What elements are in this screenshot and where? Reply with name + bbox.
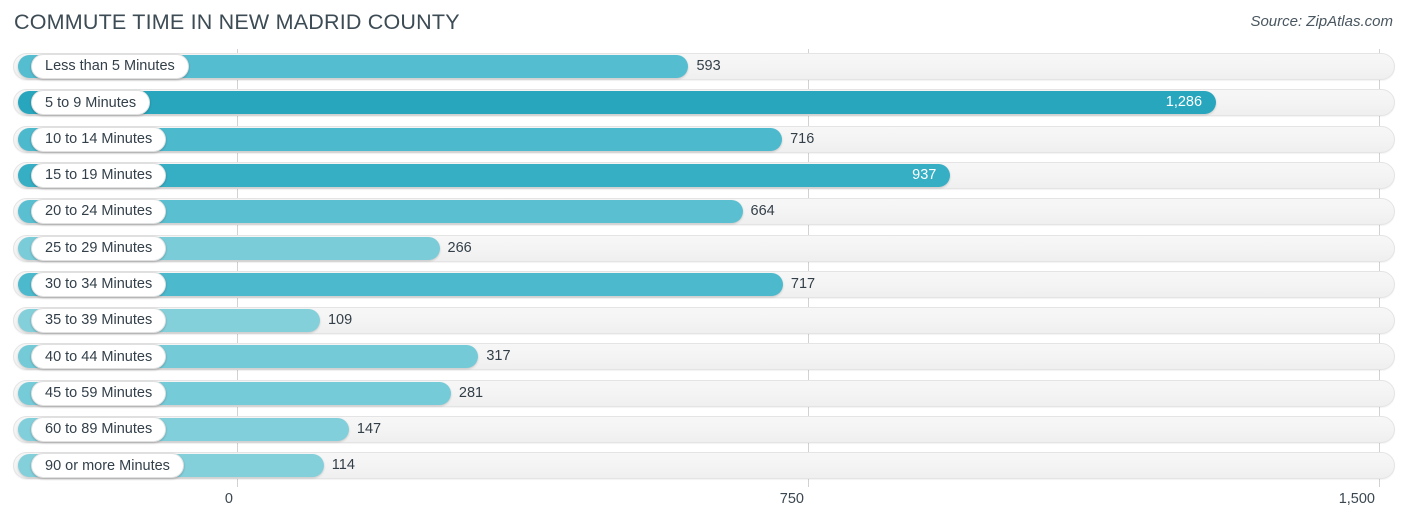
category-label: 30 to 34 Minutes xyxy=(45,276,153,293)
bar-value-label: 281 xyxy=(458,384,484,401)
category-label: 5 to 9 Minutes xyxy=(45,94,137,111)
category-label-pill: 15 to 19 Minutes xyxy=(31,162,167,188)
category-label: 35 to 39 Minutes xyxy=(45,312,153,329)
bar-value-label: 716 xyxy=(790,130,815,147)
bar-row[interactable]: 5 to 9 Minutes 1,286 xyxy=(0,86,1406,118)
bar-value-label: 109 xyxy=(327,312,353,329)
bar-row[interactable]: 25 to 29 Minutes 266 xyxy=(0,232,1406,264)
page-title: COMMUTE TIME IN NEW MADRID COUNTY xyxy=(14,10,460,34)
bar-value-label: 114 xyxy=(331,457,355,474)
bar-value-label: 147 xyxy=(356,421,382,437)
category-label-pill: 30 to 34 Minutes xyxy=(31,271,167,297)
x-axis: 0 750 1,500 xyxy=(0,487,1406,523)
bar-row[interactable]: 30 to 34 Minutes 717 xyxy=(0,268,1406,300)
category-label: 25 to 29 Minutes xyxy=(45,239,153,256)
category-label: Less than 5 Minutes xyxy=(45,58,175,75)
category-label-pill: 90 or more Minutes xyxy=(31,453,184,479)
category-label-pill: 25 to 29 Minutes xyxy=(31,235,167,261)
category-label-pill: 40 to 44 Minutes xyxy=(31,344,167,370)
bar-row[interactable]: 60 to 89 Minutes 147 xyxy=(0,413,1406,445)
x-tick-label: 1,500 xyxy=(1338,491,1375,507)
category-label-pill: 35 to 39 Minutes xyxy=(31,308,167,334)
chart-header: COMMUTE TIME IN NEW MADRID COUNTY Source… xyxy=(0,0,1406,46)
category-label-pill: 60 to 89 Minutes xyxy=(31,417,167,442)
category-label-pill: 10 to 14 Minutes xyxy=(31,126,167,152)
bar-value-label: 937 xyxy=(912,166,937,183)
category-label-pill: 45 to 59 Minutes xyxy=(31,380,167,406)
bar-value-label: 1,286 xyxy=(1165,94,1203,111)
category-label-pill: Less than 5 Minutes xyxy=(31,54,189,79)
x-tick-label: 0 xyxy=(224,491,233,507)
category-label: 20 to 24 Minutes xyxy=(45,203,153,220)
value-bar[interactable] xyxy=(18,91,1217,115)
x-tick-label: 750 xyxy=(779,491,804,507)
bar-row[interactable]: 20 to 24 Minutes 664 xyxy=(0,195,1406,227)
bar-row[interactable]: 35 to 39 Minutes 109 xyxy=(0,304,1406,336)
category-label: 90 or more Minutes xyxy=(45,457,170,474)
bar-row[interactable]: 90 or more Minutes 114 xyxy=(0,449,1406,481)
category-label: 60 to 89 Minutes xyxy=(45,421,153,438)
category-label-pill: 20 to 24 Minutes xyxy=(31,199,167,225)
bar-row[interactable]: 15 to 19 Minutes 937 xyxy=(0,159,1406,191)
bar-row[interactable]: 10 to 14 Minutes 716 xyxy=(0,123,1406,155)
bar-row[interactable]: Less than 5 Minutes 593 xyxy=(0,50,1406,82)
category-label: 10 to 14 Minutes xyxy=(45,130,153,147)
bar-chart-plot-area: Less than 5 Minutes 593 5 to 9 Minutes 1,28… xyxy=(0,46,1406,487)
bar-row[interactable]: 40 to 44 Minutes 317 xyxy=(0,340,1406,372)
category-label: 40 to 44 Minutes xyxy=(45,348,153,365)
category-label: 15 to 19 Minutes xyxy=(45,167,153,184)
bar-value-label: 317 xyxy=(486,348,511,365)
bar-value-label: 717 xyxy=(790,275,816,292)
source-attribution: Source: ZipAtlas.com xyxy=(1250,13,1393,30)
bar-value-label: 593 xyxy=(696,58,721,74)
bar-value-label: 664 xyxy=(750,203,775,220)
category-label: 45 to 59 Minutes xyxy=(45,384,153,401)
bar-value-label: 266 xyxy=(447,239,472,256)
category-label-pill: 5 to 9 Minutes xyxy=(31,90,151,116)
bar-row[interactable]: 45 to 59 Minutes 281 xyxy=(0,377,1406,409)
